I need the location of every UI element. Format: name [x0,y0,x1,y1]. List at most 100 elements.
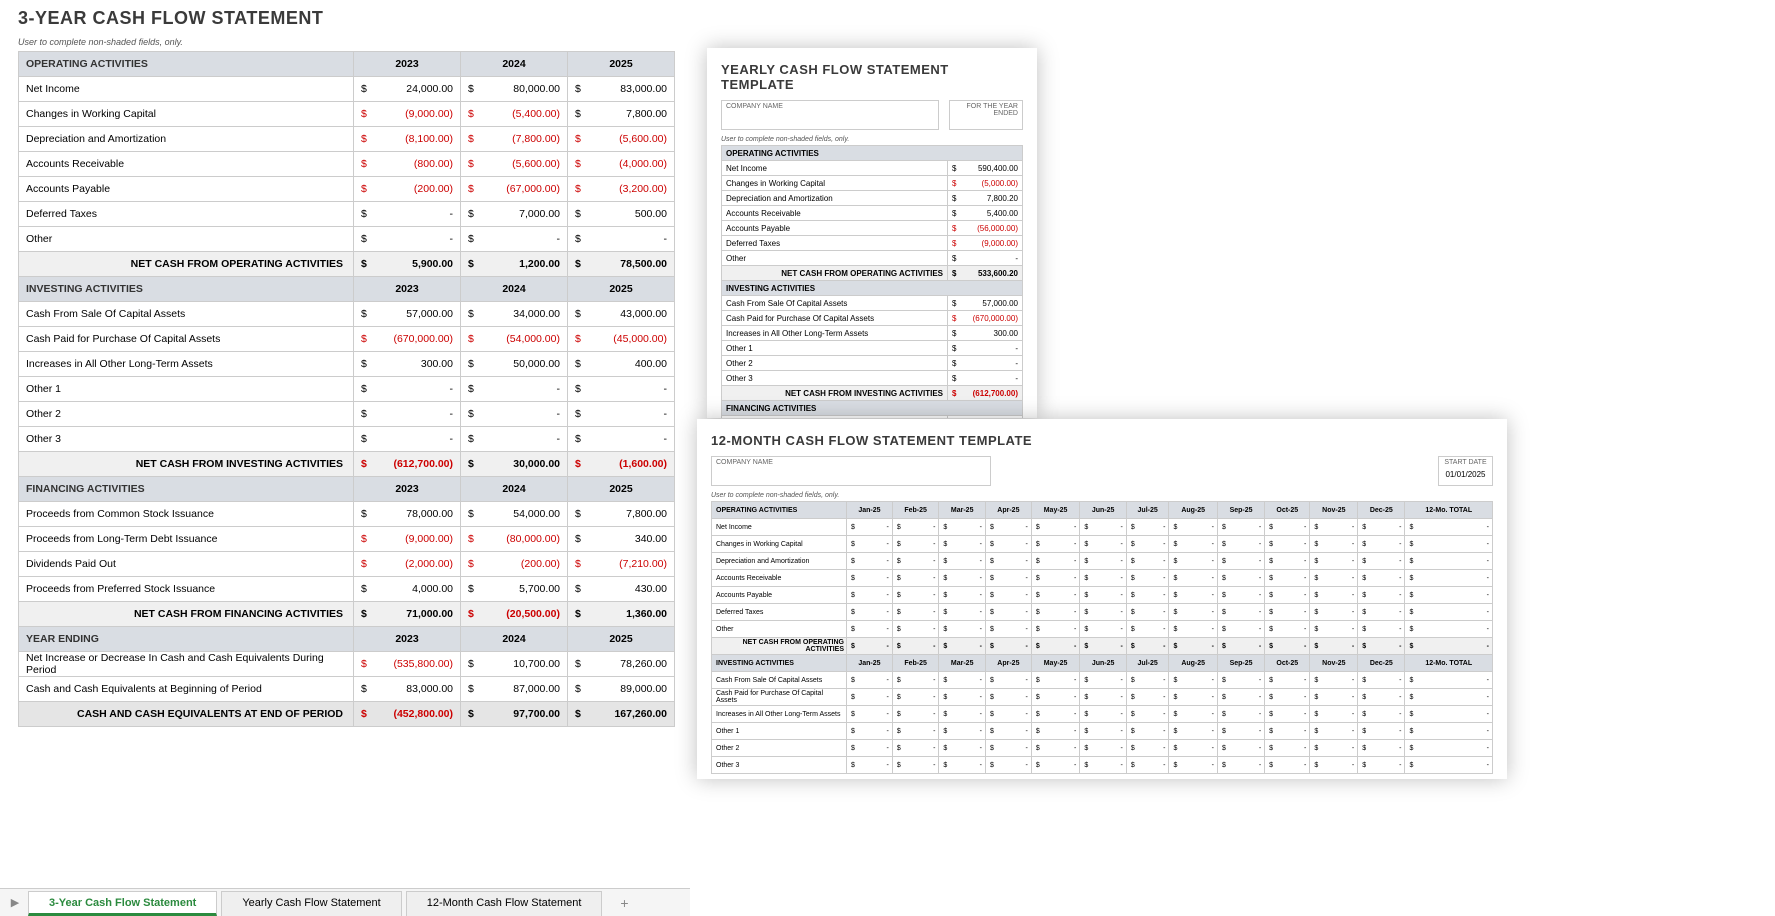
monthly-cell[interactable]: $- [1217,519,1264,536]
monthly-cell[interactable]: $- [1080,706,1127,723]
amount-cell[interactable]: $- [461,227,568,252]
monthly-cell[interactable]: $- [1265,689,1310,706]
monthly-cell[interactable]: $- [1169,723,1218,740]
start-date-input[interactable]: START DATE 01/01/2025 [1438,456,1493,486]
monthly-cell[interactable]: $- [1126,689,1169,706]
monthly-cell[interactable]: $- [1080,604,1127,621]
monthly-cell[interactable]: $- [1080,740,1127,757]
monthly-cell[interactable]: $- [1265,553,1310,570]
amount-cell[interactable]: $- [354,202,461,227]
amount-cell[interactable]: $78,000.00 [354,502,461,527]
monthly-cell[interactable]: $- [1358,587,1405,604]
monthly-cell[interactable]: $- [985,587,1031,604]
amount-cell[interactable]: $(5,600.00) [461,152,568,177]
monthly-cell[interactable]: $- [1126,553,1169,570]
monthly-cell[interactable]: $- [1265,519,1310,536]
monthly-cell[interactable]: $- [847,587,893,604]
monthly-cell[interactable]: $- [1217,672,1264,689]
yearly-amount[interactable]: $5,400.00 [948,206,1023,221]
amount-cell[interactable]: $43,000.00 [568,302,675,327]
monthly-cell[interactable]: $- [1217,604,1264,621]
monthly-cell[interactable]: $- [1358,672,1405,689]
amount-cell[interactable]: $5,700.00 [461,577,568,602]
amount-cell[interactable]: $(7,210.00) [568,552,675,577]
monthly-cell[interactable]: $- [1126,672,1169,689]
monthly-cell[interactable]: $- [892,553,939,570]
amount-cell[interactable]: $89,000.00 [568,677,675,702]
monthly-cell[interactable]: $- [1031,740,1080,757]
monthly-cell[interactable]: $- [847,689,893,706]
monthly-cell[interactable]: $- [1405,757,1493,774]
monthly-cell[interactable]: $- [985,757,1031,774]
monthly-cell[interactable]: $- [985,723,1031,740]
monthly-cell[interactable]: $- [1310,570,1358,587]
monthly-cell[interactable]: $- [1217,689,1264,706]
monthly-cell[interactable]: $- [892,587,939,604]
monthly-company-input[interactable]: COMPANY NAME [711,456,991,486]
yearly-amount[interactable]: $57,000.00 [948,296,1023,311]
amount-cell[interactable]: $(80,000.00) [461,527,568,552]
monthly-cell[interactable]: $- [939,570,986,587]
monthly-cell[interactable]: $- [1405,740,1493,757]
monthly-cell[interactable]: $- [1217,553,1264,570]
monthly-cell[interactable]: $- [1169,587,1218,604]
monthly-cell[interactable]: $- [1405,689,1493,706]
monthly-cell[interactable]: $- [1310,587,1358,604]
yearly-amount[interactable]: $- [948,251,1023,266]
monthly-cell[interactable]: $- [847,519,893,536]
monthly-cell[interactable]: $- [847,723,893,740]
monthly-cell[interactable]: $- [1080,672,1127,689]
monthly-cell[interactable]: $- [1080,757,1127,774]
amount-cell[interactable]: $- [461,427,568,452]
monthly-cell[interactable]: $- [892,672,939,689]
monthly-cell[interactable]: $- [1405,604,1493,621]
monthly-cell[interactable]: $- [847,553,893,570]
monthly-cell[interactable]: $- [847,570,893,587]
monthly-cell[interactable]: $- [847,740,893,757]
amount-cell[interactable]: $340.00 [568,527,675,552]
monthly-cell[interactable]: $- [1080,519,1127,536]
monthly-cell[interactable]: $- [1169,536,1218,553]
amount-cell[interactable]: $7,800.00 [568,102,675,127]
monthly-cell[interactable]: $- [1169,706,1218,723]
amount-cell[interactable]: $(670,000.00) [354,327,461,352]
monthly-cell[interactable]: $- [892,706,939,723]
monthly-cell[interactable]: $- [1169,689,1218,706]
monthly-cell[interactable]: $- [1169,740,1218,757]
monthly-cell[interactable]: $- [1080,621,1127,638]
monthly-cell[interactable]: $- [1405,587,1493,604]
amount-cell[interactable]: $400.00 [568,352,675,377]
monthly-cell[interactable]: $- [985,740,1031,757]
amount-cell[interactable]: $7,800.00 [568,502,675,527]
monthly-cell[interactable]: $- [1358,570,1405,587]
monthly-cell[interactable]: $- [939,740,986,757]
amount-cell[interactable]: $- [354,227,461,252]
monthly-cell[interactable]: $- [1080,689,1127,706]
amount-cell[interactable]: $57,000.00 [354,302,461,327]
monthly-cell[interactable]: $- [1310,757,1358,774]
monthly-cell[interactable]: $- [1265,536,1310,553]
amount-cell[interactable]: $7,000.00 [461,202,568,227]
amount-cell[interactable]: $34,000.00 [461,302,568,327]
amount-cell[interactable]: $80,000.00 [461,77,568,102]
add-sheet-button[interactable]: + [612,895,636,911]
monthly-cell[interactable]: $- [939,587,986,604]
monthly-cell[interactable]: $- [939,757,986,774]
monthly-cell[interactable]: $- [1405,706,1493,723]
monthly-cell[interactable]: $- [1080,553,1127,570]
amount-cell[interactable]: $(67,000.00) [461,177,568,202]
amount-cell[interactable]: $(4,000.00) [568,152,675,177]
amount-cell[interactable]: $10,700.00 [461,652,568,677]
amount-cell[interactable]: $(3,200.00) [568,177,675,202]
monthly-cell[interactable]: $- [939,553,986,570]
year-ended-input[interactable]: FOR THE YEAR ENDED [949,100,1023,130]
monthly-cell[interactable]: $- [1265,570,1310,587]
monthly-cell[interactable]: $- [985,536,1031,553]
amount-cell[interactable]: $(5,400.00) [461,102,568,127]
monthly-cell[interactable]: $- [1031,723,1080,740]
amount-cell[interactable]: $- [568,402,675,427]
amount-cell[interactable]: $- [568,377,675,402]
company-name-input[interactable]: COMPANY NAME [721,100,939,130]
yearly-amount[interactable]: $- [948,356,1023,371]
monthly-cell[interactable]: $- [985,553,1031,570]
